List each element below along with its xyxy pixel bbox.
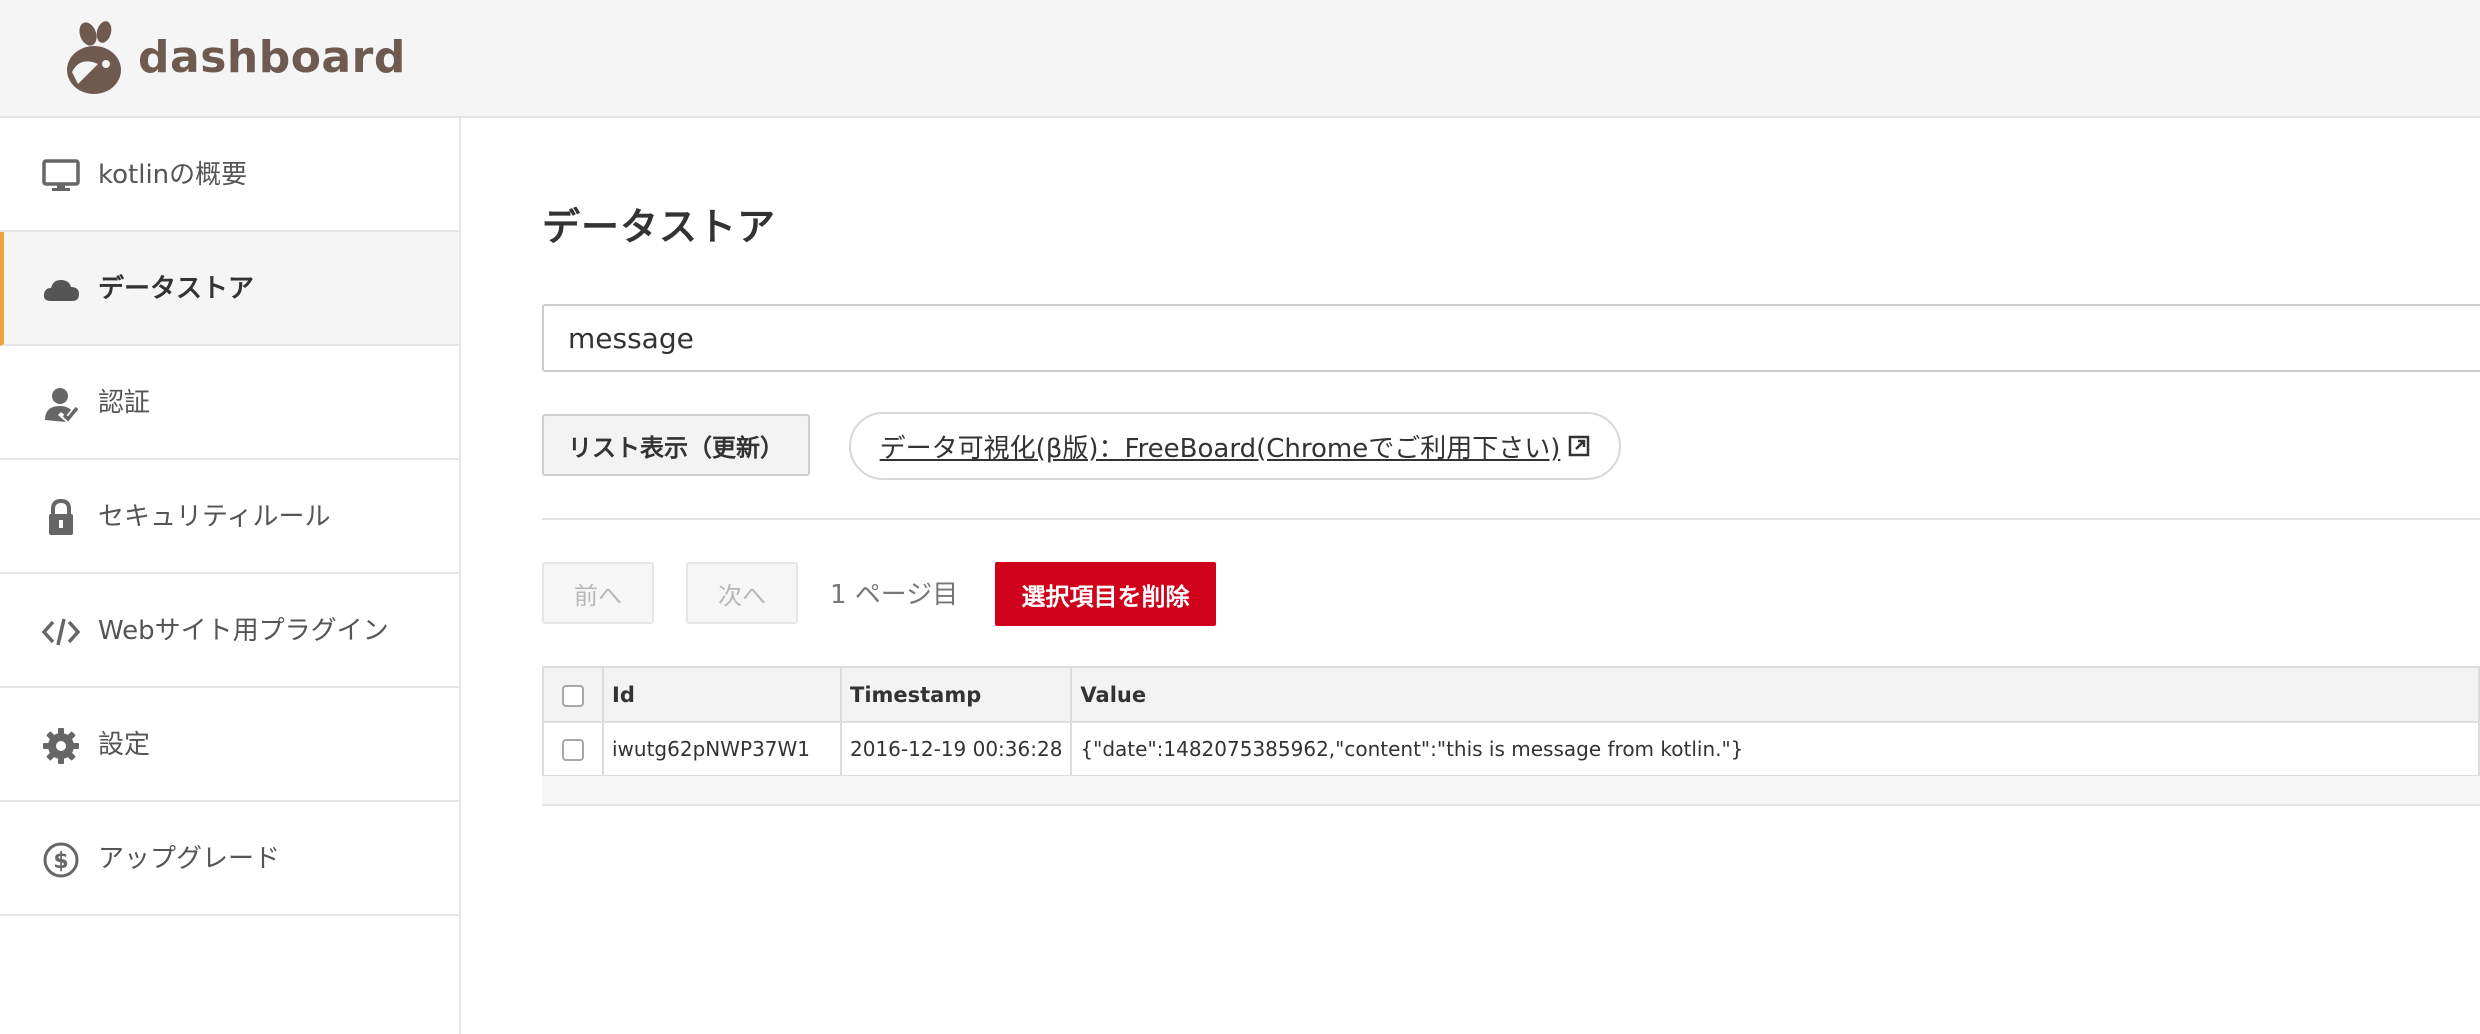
- app-header: dashboard: [0, 0, 2480, 118]
- table-footer: [542, 776, 2480, 806]
- column-header-value[interactable]: Value: [1070, 666, 2480, 723]
- sidebar-item-label: セキュリティルール: [98, 502, 331, 532]
- sidebar-item-datastore[interactable]: データストア: [0, 232, 459, 346]
- prev-page-button[interactable]: 前へ: [542, 562, 654, 624]
- lock-icon: [42, 499, 80, 537]
- row-checkbox[interactable]: [562, 739, 584, 762]
- sidebar-item-label: 認証: [98, 388, 151, 418]
- sidebar-item-settings[interactable]: 設定: [0, 688, 459, 802]
- select-all-cell: [542, 666, 604, 723]
- datastore-table: Id Timestamp Value iwutg62pNWP37W1 2016-…: [542, 666, 2480, 777]
- sidebar-item-label: kotlinの概要: [98, 160, 248, 190]
- user-check-icon: [42, 385, 80, 423]
- select-all-checkbox[interactable]: [562, 684, 584, 707]
- delete-selected-button[interactable]: 選択項目を削除: [995, 562, 1216, 626]
- dollar-circle-icon: $: [42, 841, 80, 879]
- cloud-icon: [42, 271, 80, 309]
- column-header-timestamp[interactable]: Timestamp: [839, 666, 1073, 723]
- page-indicator: 1 ページ目: [830, 580, 959, 610]
- cell-timestamp: 2016-12-19 00:36:28: [839, 721, 1073, 777]
- row-select-cell: [542, 721, 604, 777]
- divider: [542, 518, 2480, 520]
- sidebar-item-web-plugin[interactable]: Webサイト用プラグイン: [0, 574, 459, 688]
- sidebar-item-upgrade[interactable]: $ アップグレード: [0, 802, 459, 916]
- next-page-button[interactable]: 次へ: [686, 562, 798, 624]
- sidebar-item-auth[interactable]: 認証: [0, 346, 459, 460]
- table-header-row: Id Timestamp Value: [542, 666, 2480, 723]
- logo-icon[interactable]: [58, 20, 128, 96]
- column-header-id[interactable]: Id: [602, 666, 842, 723]
- monitor-icon: [42, 157, 80, 195]
- page-title: データストア: [542, 205, 777, 249]
- sidebar-item-label: Webサイト用プラグイン: [98, 616, 389, 646]
- sidebar: kotlinの概要 データストア 認証 セキュリティルール Webサイト用プラグ…: [0, 118, 461, 1034]
- sidebar-item-label: 設定: [98, 730, 151, 760]
- cell-id: iwutg62pNWP37W1: [602, 721, 842, 777]
- sidebar-item-security-rules[interactable]: セキュリティルール: [0, 460, 459, 574]
- visualize-link[interactable]: データ可視化(β版)：FreeBoard(Chromeでご利用下さい): [849, 412, 1621, 480]
- cell-value: {"date":1482075385962,"content":"this is…: [1070, 721, 2480, 777]
- sidebar-item-overview[interactable]: kotlinの概要: [0, 118, 459, 232]
- table-row[interactable]: iwutg62pNWP37W1 2016-12-19 00:36:28 {"da…: [542, 721, 2480, 777]
- list-refresh-button[interactable]: リスト表示（更新）: [542, 414, 810, 476]
- app-name: dashboard: [138, 32, 406, 83]
- svg-text:$: $: [53, 849, 68, 874]
- sidebar-item-label: データストア: [98, 274, 255, 304]
- gear-icon: [42, 727, 80, 765]
- external-link-icon: [1568, 435, 1590, 457]
- collection-name-input[interactable]: [542, 304, 2480, 372]
- sidebar-item-label: アップグレード: [98, 844, 281, 874]
- code-icon: [42, 613, 80, 651]
- visualize-link-label: データ可視化(β版)：FreeBoard(Chromeでご利用下さい): [879, 433, 1561, 464]
